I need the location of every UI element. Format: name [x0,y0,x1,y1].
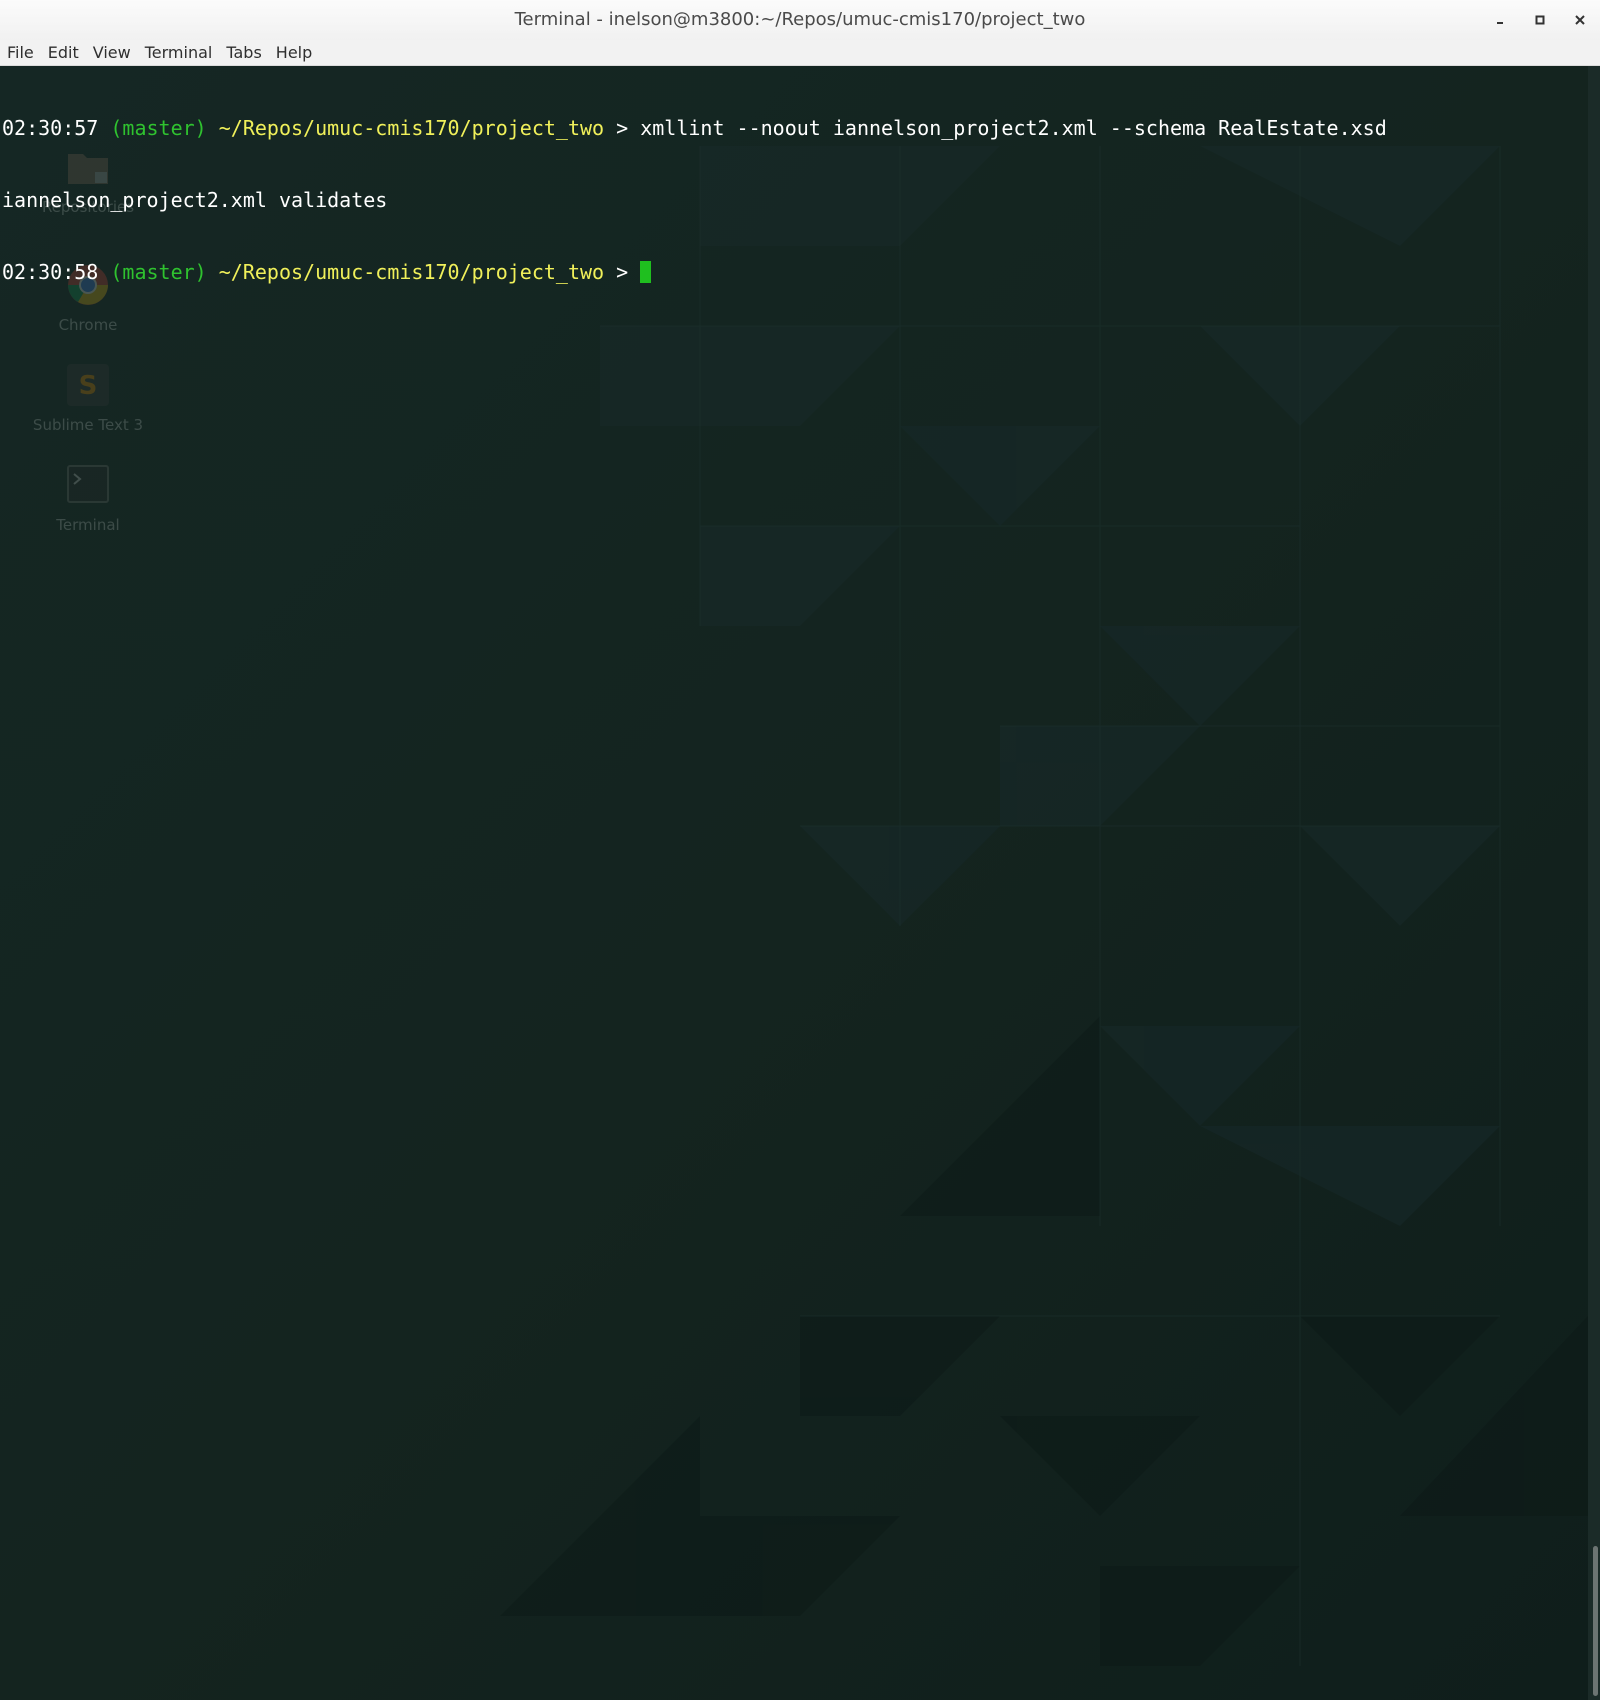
prompt-path: ~/Repos/umuc-cmis170/project_two [218,260,605,284]
menu-file[interactable]: File [0,40,41,65]
prompt-time: 02:30:57 [2,116,99,140]
terminal-line: iannelson_project2.xml validates [2,188,1387,212]
text-cursor [640,261,652,283]
menu-bar: File Edit View Terminal Tabs Help [0,40,1600,66]
minimize-button[interactable] [1480,0,1520,40]
menu-view[interactable]: View [86,40,138,65]
svg-text:S: S [79,371,98,401]
terminal-area[interactable]: Repositories Chrome S Sublime Text 3 Ter… [0,66,1588,1700]
maximize-button[interactable] [1520,0,1560,40]
command-output: iannelson_project2.xml validates [2,188,388,212]
menu-terminal[interactable]: Terminal [138,40,220,65]
close-button[interactable] [1560,0,1600,40]
prompt-time: 02:30:58 [2,260,99,284]
minimize-icon [1497,22,1503,24]
terminal-line: 02:30:57 (master) ~/Repos/umuc-cmis170/p… [2,116,1387,140]
terminal-icon [67,465,109,503]
close-icon [1575,15,1585,25]
desktop-icon-sublime: S Sublime Text 3 [0,362,176,434]
terminal-window: Terminal - inelson@m3800:~/Repos/umuc-cm… [0,0,1600,1700]
window-controls [1480,0,1600,40]
scrollbar-thumb[interactable] [1593,1546,1598,1696]
menu-tabs[interactable]: Tabs [219,40,268,65]
prompt-branch: (master) [110,116,207,140]
scrollbar[interactable] [1588,66,1600,1700]
prompt-symbol: > [616,260,629,284]
terminal-line: 02:30:58 (master) ~/Repos/umuc-cmis170/p… [2,260,1387,284]
maximize-icon [1535,15,1545,25]
command-text: xmllint --noout iannelson_project2.xml -… [640,116,1387,140]
desktop-icon-label: Sublime Text 3 [32,416,144,434]
title-bar[interactable]: Terminal - inelson@m3800:~/Repos/umuc-cm… [0,0,1600,40]
desktop-icon-terminal: Terminal [0,462,176,534]
prompt-branch: (master) [110,260,207,284]
sublime-text-icon: S [67,364,109,406]
window-title: Terminal - inelson@m3800:~/Repos/umuc-cm… [514,9,1086,30]
menu-edit[interactable]: Edit [41,40,86,65]
prompt-path: ~/Repos/umuc-cmis170/project_two [218,116,605,140]
prompt-symbol: > [616,116,629,140]
menu-help[interactable]: Help [269,40,319,65]
desktop-icon-label: Terminal [56,516,120,534]
terminal-output[interactable]: 02:30:57 (master) ~/Repos/umuc-cmis170/p… [2,68,1387,332]
